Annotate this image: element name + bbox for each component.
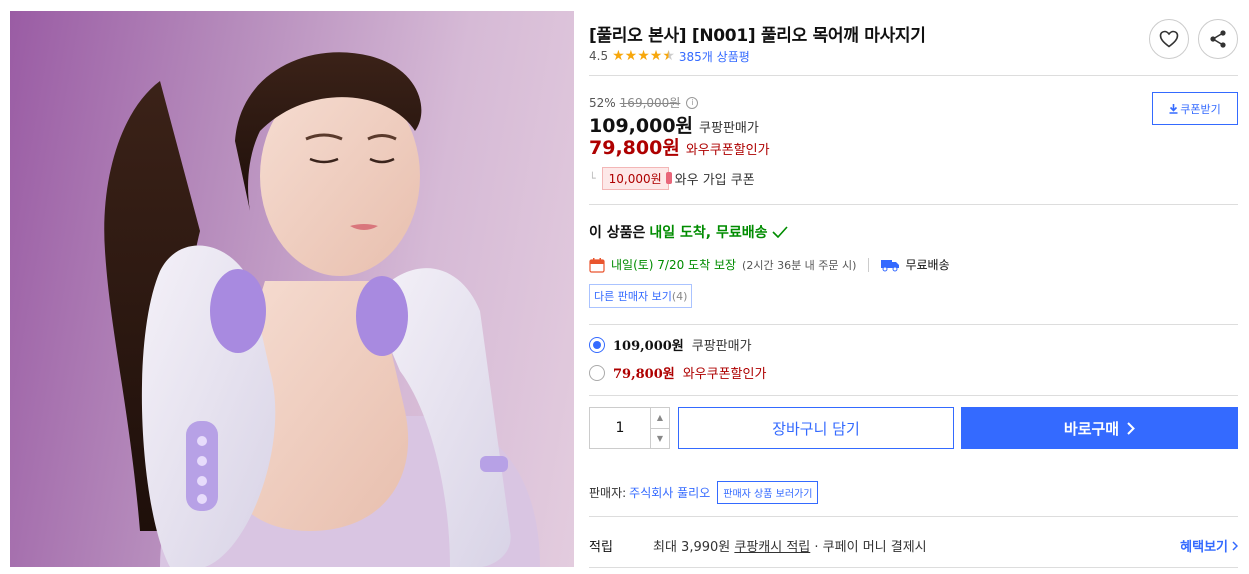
quantity-arrows: ▲ ▼ bbox=[650, 408, 669, 448]
add-to-cart-button[interactable]: 장바구니 담기 bbox=[678, 407, 954, 449]
heart-icon bbox=[1159, 30, 1179, 48]
seller-name-link[interactable]: 주식회사 풀리오 bbox=[629, 484, 710, 501]
coupang-cash-link[interactable]: 쿠팡캐시 적립 bbox=[734, 540, 810, 555]
share-button[interactable] bbox=[1198, 19, 1238, 59]
price-option-sale[interactable]: 109,000원 쿠팡판매가 bbox=[589, 335, 752, 354]
radio-selected[interactable] bbox=[589, 336, 605, 353]
coupon-badge: 10,000원 bbox=[601, 167, 672, 190]
buy-now-label: 바로구매 bbox=[1063, 419, 1120, 438]
other-sellers-button[interactable]: 다른 판매자 보기(4) bbox=[589, 284, 693, 308]
star-icon: ★ bbox=[624, 48, 638, 64]
arrival-date: 내일(토) 7/20 도착 보장 bbox=[611, 258, 737, 272]
seller-row: 판매자: 주식회사 풀리오 판매자 상품 보러가기 bbox=[589, 481, 819, 504]
chevron-right-icon bbox=[1232, 540, 1238, 551]
option-amount: 79,800원 bbox=[613, 367, 675, 382]
rating-value: 4.5 bbox=[589, 49, 609, 63]
review-count-link[interactable]: 385개 상품평 bbox=[679, 48, 750, 65]
shipping-text: 무료배송 bbox=[905, 258, 950, 272]
star-icon: ★ bbox=[612, 48, 625, 64]
divider bbox=[589, 204, 1238, 205]
option-label: 와우쿠폰할인가 bbox=[682, 367, 767, 382]
reward-label: 적립 bbox=[589, 540, 613, 555]
star-icon: ★ bbox=[649, 48, 663, 64]
product-info-panel: [풀리오 본사] [N001] 풀리오 목어깨 마사지기 4.5 ★ ★ ★ ★… bbox=[589, 0, 1241, 574]
divider bbox=[589, 395, 1238, 396]
truck-icon bbox=[881, 259, 900, 271]
quantity-up-icon[interactable]: ▲ bbox=[651, 408, 669, 428]
product-image bbox=[10, 11, 574, 567]
download-icon bbox=[1169, 103, 1178, 114]
wishlist-button[interactable] bbox=[1149, 19, 1189, 59]
original-price: 169,000원 bbox=[619, 96, 681, 110]
benefits-more-link[interactable]: 혜택보기 bbox=[1180, 536, 1238, 555]
coupon-row: └ 10,000원 와우 가입 쿠폰 bbox=[589, 167, 755, 190]
coupon-download-button[interactable]: 쿠폰받기 bbox=[1152, 92, 1238, 125]
coupon-label: 와우 가입 쿠폰 bbox=[674, 173, 755, 188]
quantity-input[interactable] bbox=[590, 408, 650, 448]
branch-marker: └ bbox=[589, 172, 596, 185]
seller-label: 판매자: bbox=[589, 486, 627, 500]
reward-text-prefix: 최대 3,990원 bbox=[653, 540, 735, 555]
divider bbox=[589, 324, 1238, 325]
delivery-headline-highlight: 내일 도착, 무료배송 bbox=[649, 225, 768, 241]
wow-price: 79,800원 bbox=[589, 137, 680, 159]
delivery-info-line: 내일(토) 7/20 도착 보장 (2시간 36분 내 주문 시) 무료배송 bbox=[589, 256, 950, 273]
other-sellers-count: (4) bbox=[671, 290, 688, 303]
order-deadline: (2시간 36분 내 주문 시) bbox=[742, 258, 857, 272]
separator bbox=[868, 257, 870, 272]
wow-price-row: 79,800원 와우쿠폰할인가 bbox=[589, 133, 770, 160]
check-icon bbox=[771, 226, 788, 238]
product-title: [풀리오 본사] [N001] 풀리오 목어깨 마사지기 bbox=[589, 26, 926, 46]
coupon-download-label: 쿠폰받기 bbox=[1180, 102, 1221, 116]
quantity-down-icon[interactable]: ▼ bbox=[651, 427, 669, 449]
info-icon[interactable]: i bbox=[686, 96, 699, 109]
buy-now-button[interactable]: 바로구매 bbox=[961, 407, 1238, 449]
discount-rate: 52% bbox=[589, 95, 616, 110]
rating-row: 4.5 ★ ★ ★ ★ ★ 385개 상품평 bbox=[589, 47, 750, 65]
seller-store-button[interactable]: 판매자 상품 보러가기 bbox=[717, 481, 819, 504]
divider bbox=[589, 75, 1238, 76]
star-icon: ★ bbox=[637, 48, 650, 64]
other-sellers-label: 다른 판매자 보기 bbox=[594, 290, 672, 303]
wow-price-label: 와우쿠폰할인가 bbox=[685, 143, 770, 158]
reward-text-suffix: · 쿠페이 머니 결제시 bbox=[810, 540, 927, 555]
rating-stars: ★ ★ ★ ★ ★ bbox=[612, 49, 675, 63]
calendar-icon bbox=[589, 257, 605, 273]
price-option-wow[interactable]: 79,800원 와우쿠폰할인가 bbox=[589, 363, 766, 382]
quantity-stepper: ▲ ▼ bbox=[589, 407, 670, 449]
delivery-headline: 이 상품은 내일 도착, 무료배송 bbox=[589, 222, 788, 242]
discount-row: 52% 169,000원 i bbox=[589, 94, 699, 111]
benefits-more-label: 혜택보기 bbox=[1180, 540, 1228, 555]
option-label: 쿠팡판매가 bbox=[691, 339, 752, 354]
half-star-icon: ★ bbox=[662, 48, 675, 64]
divider bbox=[589, 516, 1238, 517]
reward-row: 적립 최대 3,990원 쿠팡캐시 적립 · 쿠페이 머니 결제시 혜택보기 bbox=[589, 536, 1238, 555]
option-amount: 109,000원 bbox=[613, 339, 684, 354]
radio-unselected[interactable] bbox=[589, 364, 605, 381]
divider bbox=[589, 567, 1238, 568]
product-photo bbox=[104, 52, 540, 567]
chevron-right-icon bbox=[1127, 421, 1136, 435]
delivery-headline-prefix: 이 상품은 bbox=[589, 225, 646, 241]
share-icon bbox=[1210, 30, 1226, 48]
reward-text: 최대 3,990원 쿠팡캐시 적립 · 쿠페이 머니 결제시 bbox=[653, 536, 927, 555]
